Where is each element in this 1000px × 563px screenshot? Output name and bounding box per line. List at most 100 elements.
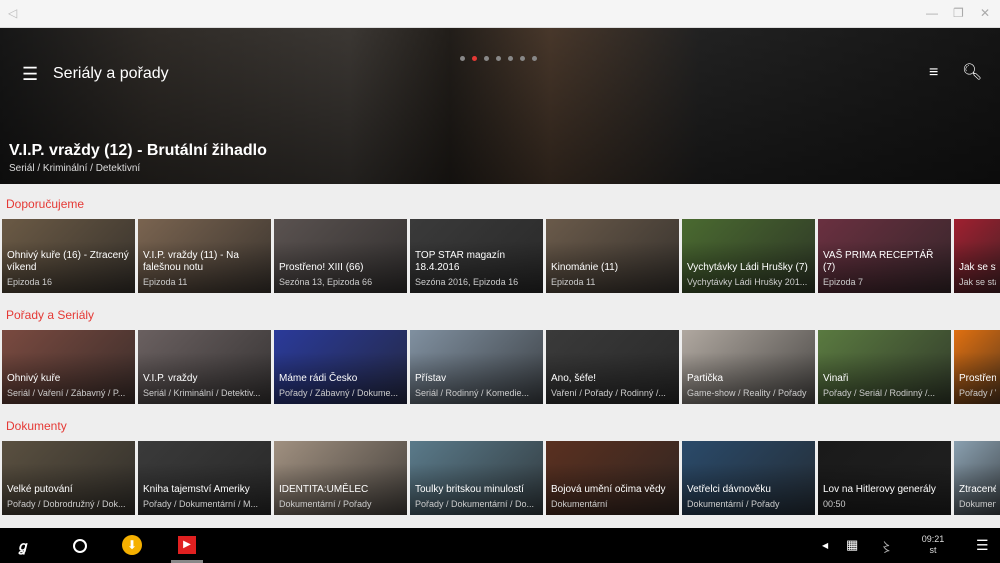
card-subtitle: Pořady / Dobrodružný / Dok... bbox=[7, 499, 126, 509]
card-subtitle: Vychytávky Ládi Hrušky 201... bbox=[687, 277, 808, 287]
card-subtitle: Jak se sta... bbox=[959, 277, 996, 287]
network-icon[interactable]: 〻 bbox=[880, 537, 893, 556]
card-subtitle: Seriál / Rodinný / Komedie... bbox=[415, 388, 530, 398]
card-subtitle: Seriál / Kriminální / Detektiv... bbox=[143, 388, 261, 398]
card-title: Jak se sta... bbox=[959, 262, 996, 273]
content-card[interactable]: V.I.P. vraždy (11) - Na falešnou notu Epi… bbox=[138, 219, 271, 293]
carousel-indicator[interactable] bbox=[460, 56, 537, 61]
card-title: Velké putování bbox=[7, 484, 73, 495]
minimize-icon[interactable]: — bbox=[926, 6, 938, 20]
card-subtitle: Sezóna 2016, Epizoda 16 bbox=[415, 277, 519, 287]
content-card[interactable]: Bojová umění očima vědy Dokumentární bbox=[546, 441, 679, 515]
content-card[interactable]: Lov na Hitlerovy generály 00:50 bbox=[818, 441, 951, 515]
card-subtitle: Dokumentární bbox=[551, 499, 608, 509]
card-subtitle: Epizoda 7 bbox=[823, 277, 864, 287]
content-card[interactable]: V.I.P. vraždy Seriál / Kriminální / Detek… bbox=[138, 330, 271, 404]
restore-icon[interactable]: ❐ bbox=[953, 6, 964, 20]
card-subtitle: Dokumentární / Pořady bbox=[279, 499, 372, 509]
home-circle-icon[interactable] bbox=[73, 539, 87, 553]
card-title: Ohnivý kuře (16) - Ztracený víkend bbox=[7, 250, 129, 273]
card-subtitle: Pořady / V... bbox=[959, 388, 996, 398]
card-title: TOP STAR magazín 18.4.2016 bbox=[415, 250, 506, 273]
content-card[interactable]: Přístav Seriál / Rodinný / Komedie... bbox=[410, 330, 543, 404]
keyboard-icon[interactable]: ▦ bbox=[846, 537, 858, 553]
filter-icon[interactable]: ≡ bbox=[929, 64, 938, 82]
content-card[interactable]: Partička Game-show / Reality / Pořady bbox=[682, 330, 815, 404]
card-title: IDENTITA:UMĚLEC bbox=[279, 484, 369, 495]
carousel-dot[interactable] bbox=[532, 56, 537, 61]
content-card[interactable]: Vetřelci dávnověku Dokumentární / Pořady bbox=[682, 441, 815, 515]
content-card[interactable]: Ohnivý kuře Seriál / Vaření / Zábavný / P… bbox=[2, 330, 135, 404]
carousel-dot[interactable] bbox=[496, 56, 501, 61]
card-subtitle: Pořady / Zábavný / Dokume... bbox=[279, 388, 399, 398]
carousel-dot[interactable] bbox=[508, 56, 513, 61]
content-card[interactable]: Prostřeno! XIII (66) Sezóna 13, Epizoda 6… bbox=[274, 219, 407, 293]
notifications-menu-icon[interactable]: ☰ bbox=[976, 537, 989, 554]
card-row: Ohnivý kuře Seriál / Vaření / Zábavný / P… bbox=[2, 330, 1000, 404]
card-subtitle: Pořady / Dokumentární / M... bbox=[143, 499, 259, 509]
card-subtitle: Dokument... bbox=[959, 499, 996, 509]
card-subtitle: Epizoda 16 bbox=[7, 277, 53, 287]
prima-app-icon[interactable]: ▶ bbox=[178, 536, 196, 554]
window-titlebar: ◁ — ❐ ✕ bbox=[0, 0, 1000, 28]
card-title: Vetřelci dávnověku bbox=[687, 484, 771, 495]
content-card[interactable]: Kniha tajemství Ameriky Pořady / Dokument… bbox=[138, 441, 271, 515]
card-title: V.I.P. vraždy (11) - Na falešnou notu bbox=[143, 250, 239, 273]
tray-expand-icon[interactable]: ◀ bbox=[822, 541, 828, 550]
content-card[interactable]: Máme rádi Česko Pořady / Zábavný / Dokume… bbox=[274, 330, 407, 404]
card-title: Ohnivý kuře bbox=[7, 373, 61, 384]
card-subtitle: Pořady / Dokumentární / Do... bbox=[415, 499, 535, 509]
content-card[interactable]: IDENTITA:UMĚLEC Dokumentární / Pořady bbox=[274, 441, 407, 515]
section-label[interactable]: Doporučujeme bbox=[6, 197, 84, 211]
card-row: Ohnivý kuře (16) - Ztracený víkend Epizod… bbox=[2, 219, 1000, 293]
page-title: Seriály a pořady bbox=[53, 65, 169, 82]
carousel-dot[interactable] bbox=[484, 56, 489, 61]
card-subtitle: Dokumentární / Pořady bbox=[687, 499, 780, 509]
section-label[interactable]: Pořady a Seriály bbox=[6, 308, 94, 322]
card-row: Velké putování Pořady / Dobrodružný / Dok… bbox=[2, 441, 1000, 515]
card-subtitle: Sezóna 13, Epizoda 66 bbox=[279, 277, 373, 287]
launcher-logo-icon[interactable]: ꬶ bbox=[18, 537, 27, 556]
content-card[interactable]: Jak se sta... Jak se sta... bbox=[954, 219, 1000, 293]
card-subtitle: Pořady / Seriál / Rodinný /... bbox=[823, 388, 936, 398]
carousel-dot[interactable] bbox=[472, 56, 477, 61]
content-card[interactable]: Ztracené s... Dokument... bbox=[954, 441, 1000, 515]
content-card[interactable]: Vinaři Pořady / Seriál / Rodinný /... bbox=[818, 330, 951, 404]
card-title: Toulky britskou minulostí bbox=[415, 484, 524, 495]
content-card[interactable]: Velké putování Pořady / Dobrodružný / Dok… bbox=[2, 441, 135, 515]
featured-banner[interactable]: ☰ Seriály a pořady ≡ 🔍︎ V.I.P. vraždy (1… bbox=[0, 28, 1000, 184]
search-icon[interactable]: 🔍︎ bbox=[962, 62, 982, 82]
card-title: Lov na Hitlerovy generály bbox=[823, 484, 936, 495]
featured-subtitle: Seriál / Kriminální / Detektivní bbox=[9, 163, 141, 174]
card-subtitle: Seriál / Vaření / Zábavný / P... bbox=[7, 388, 126, 398]
content-card[interactable]: TOP STAR magazín 18.4.2016 Sezóna 2016, E… bbox=[410, 219, 543, 293]
card-subtitle: Game-show / Reality / Pořady bbox=[687, 388, 807, 398]
content-card[interactable]: Prostřeno... Pořady / V... bbox=[954, 330, 1000, 404]
card-title: Ztracené s... bbox=[959, 484, 996, 495]
download-app-icon[interactable]: ⬇ bbox=[122, 535, 142, 555]
card-title: Vychytávky Ládi Hrušky (7) bbox=[687, 262, 808, 273]
taskbar: ꬶ ⬇ ▶ ◀ ▦ 〻 09:21 st ☰ bbox=[0, 528, 1000, 563]
content-card[interactable]: Ano, šéfe! Vaření / Pořady / Rodinný /... bbox=[546, 330, 679, 404]
card-title: V.I.P. vraždy bbox=[143, 373, 198, 384]
banner-shade bbox=[0, 28, 1000, 184]
card-subtitle: 00:50 bbox=[823, 499, 846, 509]
card-title: Prostřeno... bbox=[959, 373, 996, 384]
section-label[interactable]: Dokumenty bbox=[6, 419, 67, 433]
content-card[interactable]: Toulky britskou minulostí Pořady / Dokume… bbox=[410, 441, 543, 515]
card-title: Kniha tajemství Ameriky bbox=[143, 484, 250, 495]
card-title: Máme rádi Česko bbox=[279, 373, 358, 384]
carousel-dot[interactable] bbox=[460, 56, 465, 61]
content-card[interactable]: Kinománie (11) Epizoda 11 bbox=[546, 219, 679, 293]
content-card[interactable]: Ohnivý kuře (16) - Ztracený víkend Epizod… bbox=[2, 219, 135, 293]
card-title: Ano, šéfe! bbox=[551, 373, 597, 384]
back-arrow-icon[interactable]: ◁ bbox=[8, 6, 17, 20]
hamburger-menu-icon[interactable]: ☰ bbox=[22, 64, 38, 85]
content-card[interactable]: Vychytávky Ládi Hrušky (7) Vychytávky Lád… bbox=[682, 219, 815, 293]
clock-day: st bbox=[929, 545, 937, 555]
carousel-dot[interactable] bbox=[520, 56, 525, 61]
clock[interactable]: 09:21 st bbox=[918, 534, 948, 556]
content-card[interactable]: VAŠ PRIMA RECEPTÁŘ (7) Epizoda 7 bbox=[818, 219, 951, 293]
close-icon[interactable]: ✕ bbox=[980, 6, 990, 20]
clock-time: 09:21 bbox=[921, 534, 945, 544]
